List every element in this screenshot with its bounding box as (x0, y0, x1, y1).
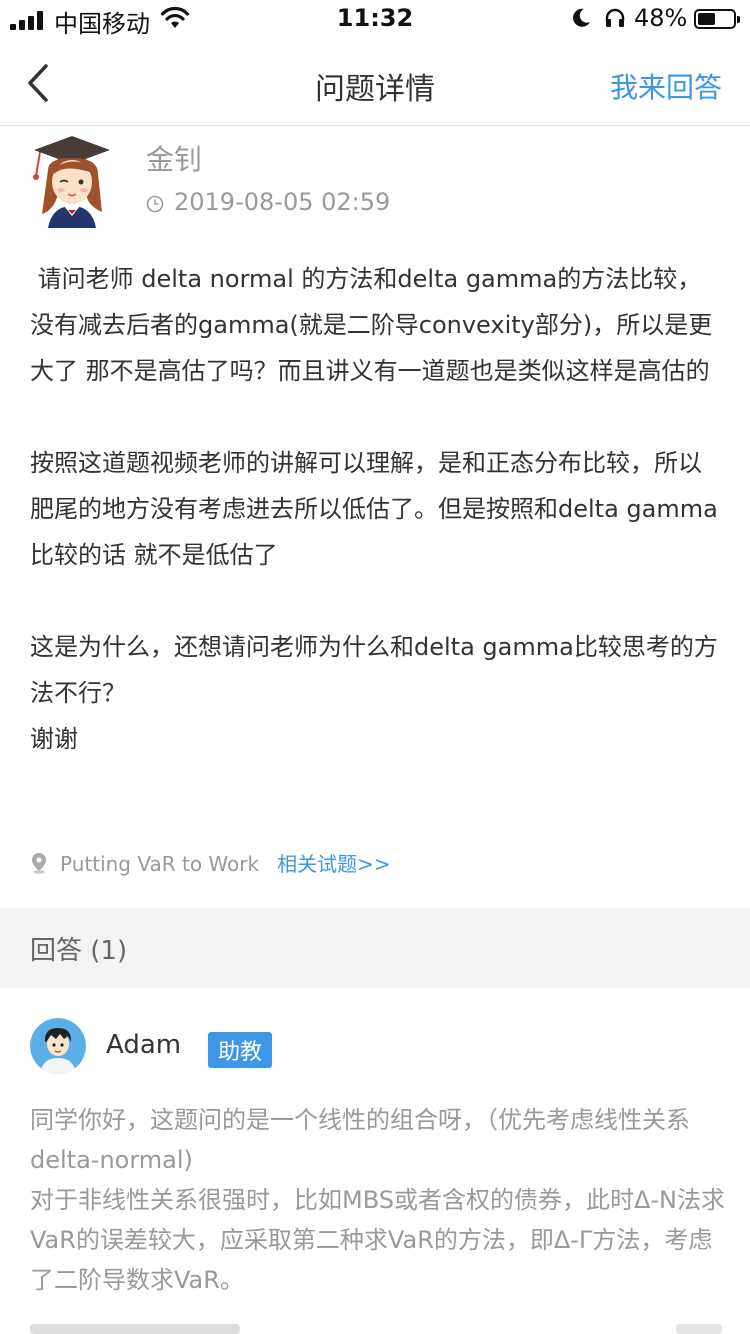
answer-line: 同学你好，这题问的是一个线性的组合呀，（优先考虑线性关系delta-normal… (30, 1106, 690, 1174)
battery-percent: 48% (634, 4, 688, 32)
answer-body: 同学你好，这题问的是一个线性的组合呀，（优先考虑线性关系delta-normal… (30, 1100, 730, 1300)
question-body: 请问老师 delta normal 的方法和delta gamma的方法比较，没… (30, 256, 720, 762)
question-time-row: 2019-08-05 02:59 (146, 188, 390, 216)
question-paragraph: 这是为什么，还想请问老师为什么和delta gamma比较思考的方法不行？ (30, 633, 718, 707)
battery-icon (694, 9, 740, 29)
question-paragraph: 按照这道题视频老师的讲解可以理解，是和正态分布比较，所以肥尾的地方没有考虑进去所… (30, 449, 718, 569)
question-timestamp: 2019-08-05 02:59 (174, 188, 391, 216)
headphone-icon (605, 8, 625, 27)
assistant-badge: 助教 (208, 1032, 273, 1068)
clock-icon (146, 195, 164, 213)
answers-count: 回答 (1) (30, 936, 128, 966)
topic-label: Putting VaR to Work (60, 852, 260, 876)
question-paragraph: 请问老师 delta normal 的方法和delta gamma的方法比较，没… (30, 265, 713, 385)
cut-off-action (676, 1324, 722, 1334)
topic-row: Putting VaR to Work 相关试题>> (30, 848, 391, 877)
cut-off-timestamp (30, 1324, 240, 1334)
status-bar: 中国移动 11:32 48% (0, 0, 750, 40)
question-author[interactable]: 金钊 (146, 138, 202, 178)
answer-button[interactable]: 我来回答 (610, 66, 722, 106)
moon-icon (573, 8, 590, 27)
nav-bar: 问题详情 我来回答 (0, 40, 750, 126)
location-pin-icon (32, 853, 46, 874)
answer-line: 对于非线性关系很强时，比如MBS或者含权的债券，此时Δ-N法求VaR的误差较大，… (30, 1186, 726, 1294)
question-paragraph: 谢谢 (30, 725, 78, 753)
author-avatar[interactable] (28, 130, 116, 228)
answerer-name[interactable]: Adam (106, 1030, 181, 1060)
answerer-avatar[interactable] (30, 1018, 86, 1074)
answers-section-header: 回答 (1) (0, 908, 750, 988)
related-questions-link[interactable]: 相关试题>> (277, 852, 391, 876)
